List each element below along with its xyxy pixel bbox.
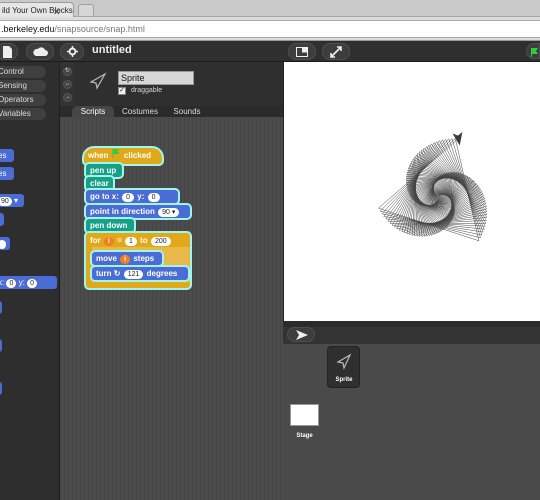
for-label: for (90, 236, 101, 245)
pen-down-label: pen down (90, 221, 128, 230)
tab-close-icon[interactable]: ✕ (53, 7, 61, 17)
sprite-arrow-icon (89, 72, 107, 90)
move-variable[interactable]: i (120, 255, 131, 264)
pen-up-label: pen up (90, 166, 117, 175)
for-loop-header[interactable]: for i = 1 to 200 (86, 234, 190, 247)
turn-degrees-block[interactable]: turn ↻ 121 degrees (92, 267, 188, 280)
tab-scripts[interactable]: Scripts (72, 106, 114, 117)
sprite-name-field[interactable]: Sprite (118, 71, 194, 85)
sprite-corral-label: Sprite (335, 377, 353, 383)
palette-block-point[interactable]: 90 ▾ (0, 194, 24, 207)
for-equals: = (117, 236, 122, 245)
category-sensing-label: Sensing (0, 81, 27, 90)
move-label: move (96, 254, 117, 263)
clear-label: clear (90, 179, 109, 188)
project-title: untitled (92, 44, 132, 56)
palette-block-change-y[interactable] (0, 382, 2, 395)
move-steps-block[interactable]: move i steps (92, 252, 162, 265)
green-flag-button[interactable] (526, 43, 540, 59)
point-in-direction-block[interactable]: point in direction 90 ▾ (86, 205, 190, 218)
palette-y-label: y: (18, 278, 25, 287)
move-suffix: steps (133, 254, 155, 263)
category-variables[interactable]: Variables (0, 108, 46, 120)
clear-block[interactable]: clear (86, 177, 113, 190)
palette-block-change-x[interactable] (0, 339, 2, 352)
when-flag-clicked-block[interactable]: when clicked (84, 148, 162, 164)
turn-suffix: degrees (146, 269, 178, 278)
direction-value: 90 (162, 209, 170, 216)
browser-tab-title: ild Your Own Blocks (2, 6, 73, 15)
stage-corral-label: Stage (296, 433, 313, 439)
tab-costumes[interactable]: Costumes (116, 106, 164, 117)
category-operators[interactable]: Operators (0, 94, 46, 106)
add-sprite-icon[interactable] (287, 327, 315, 342)
sprite-corral (283, 344, 540, 500)
hat-prefix: when (88, 151, 109, 160)
for-to-label: to (140, 236, 148, 245)
palette-block-glide[interactable] (0, 301, 2, 314)
palette-block-goto-xy[interactable]: x: 0 y: 0 (0, 276, 57, 289)
draggable-checkbox[interactable]: ✓ (118, 87, 126, 95)
address-bar: .berkeley.edu/snapsource/snap.html (0, 17, 540, 41)
palette-input[interactable] (0, 240, 6, 249)
palette-y-input[interactable]: 0 (27, 279, 37, 288)
goto-y-input[interactable]: 0 (147, 193, 160, 202)
palette-x-label: x: (0, 278, 5, 287)
pen-up-block[interactable]: pen up (86, 164, 122, 177)
browser-tab-bar: ild Your Own Blocks ✕ (0, 0, 540, 17)
palette-block-text: es (0, 151, 7, 160)
pen-down-block[interactable]: pen down (86, 219, 134, 232)
url-field[interactable]: .berkeley.edu/snapsource/snap.html (0, 20, 540, 38)
settings-gear-icon[interactable] (60, 43, 84, 60)
direction-input[interactable]: 90 ▾ (158, 208, 180, 217)
new-tab-button[interactable] (78, 4, 94, 16)
cloud-icon[interactable] (26, 43, 54, 60)
palette-block-goto[interactable] (0, 237, 10, 250)
turn-label: turn (96, 269, 112, 278)
flip-icon[interactable]: ↔ (63, 80, 72, 89)
rotate-icon[interactable]: ↻ (63, 67, 72, 76)
pen-trail (378, 138, 488, 242)
direction-dropdown[interactable]: 90 (0, 197, 12, 206)
palette-block-text: es (0, 169, 7, 178)
stage[interactable] (283, 62, 540, 321)
snap-top-bar: untitled (0, 41, 540, 62)
palette-block-turn[interactable]: es (0, 167, 14, 180)
goto-x-input[interactable]: 0 (122, 193, 135, 202)
category-control[interactable]: Control (0, 66, 46, 78)
for-variable[interactable]: i (103, 237, 114, 246)
goto-y-label: y: (137, 192, 145, 201)
green-flag-icon (112, 149, 120, 158)
go-to-xy-block[interactable]: go to x: 0 y: 0 (86, 190, 178, 203)
draggable-label: draggable (131, 87, 163, 94)
turn-clockwise-icon: ↻ (113, 269, 121, 278)
goto-label: go to x: (90, 192, 119, 201)
tab-sounds[interactable]: Sounds (166, 106, 208, 117)
stage-size-toggle-icon[interactable] (288, 43, 316, 60)
pen-drawing (378, 131, 488, 242)
category-operators-label: Operators (0, 95, 34, 104)
category-variables-label: Variables (0, 109, 31, 118)
url-host: .berkeley.edu (1, 24, 55, 34)
category-sensing[interactable]: Sensing (0, 80, 46, 92)
turn-degrees-input[interactable]: 121 (123, 270, 144, 279)
stage-thumbnail[interactable] (290, 404, 319, 426)
sprite-thumbnail-icon (336, 353, 352, 370)
point-label: point in direction (90, 207, 155, 216)
no-rotate-icon[interactable]: → (63, 93, 72, 102)
fullscreen-icon[interactable] (322, 43, 350, 60)
palette-block-point-towards[interactable] (0, 213, 4, 226)
browser-tab[interactable]: ild Your Own Blocks ✕ (0, 2, 74, 17)
palette-block-move[interactable]: es (0, 149, 14, 162)
for-start-input[interactable]: 1 (125, 237, 137, 246)
hat-suffix: clicked (123, 151, 152, 160)
category-control-label: Control (0, 67, 24, 76)
sprite-corral-bar (283, 327, 540, 344)
url-path: /snapsource/snap.html (54, 24, 145, 34)
for-end-input[interactable]: 200 (150, 237, 171, 246)
file-icon[interactable] (0, 43, 18, 60)
palette-x-input[interactable]: 0 (6, 279, 17, 288)
block-palette: Control Sensing Operators Variables es e… (0, 62, 60, 500)
